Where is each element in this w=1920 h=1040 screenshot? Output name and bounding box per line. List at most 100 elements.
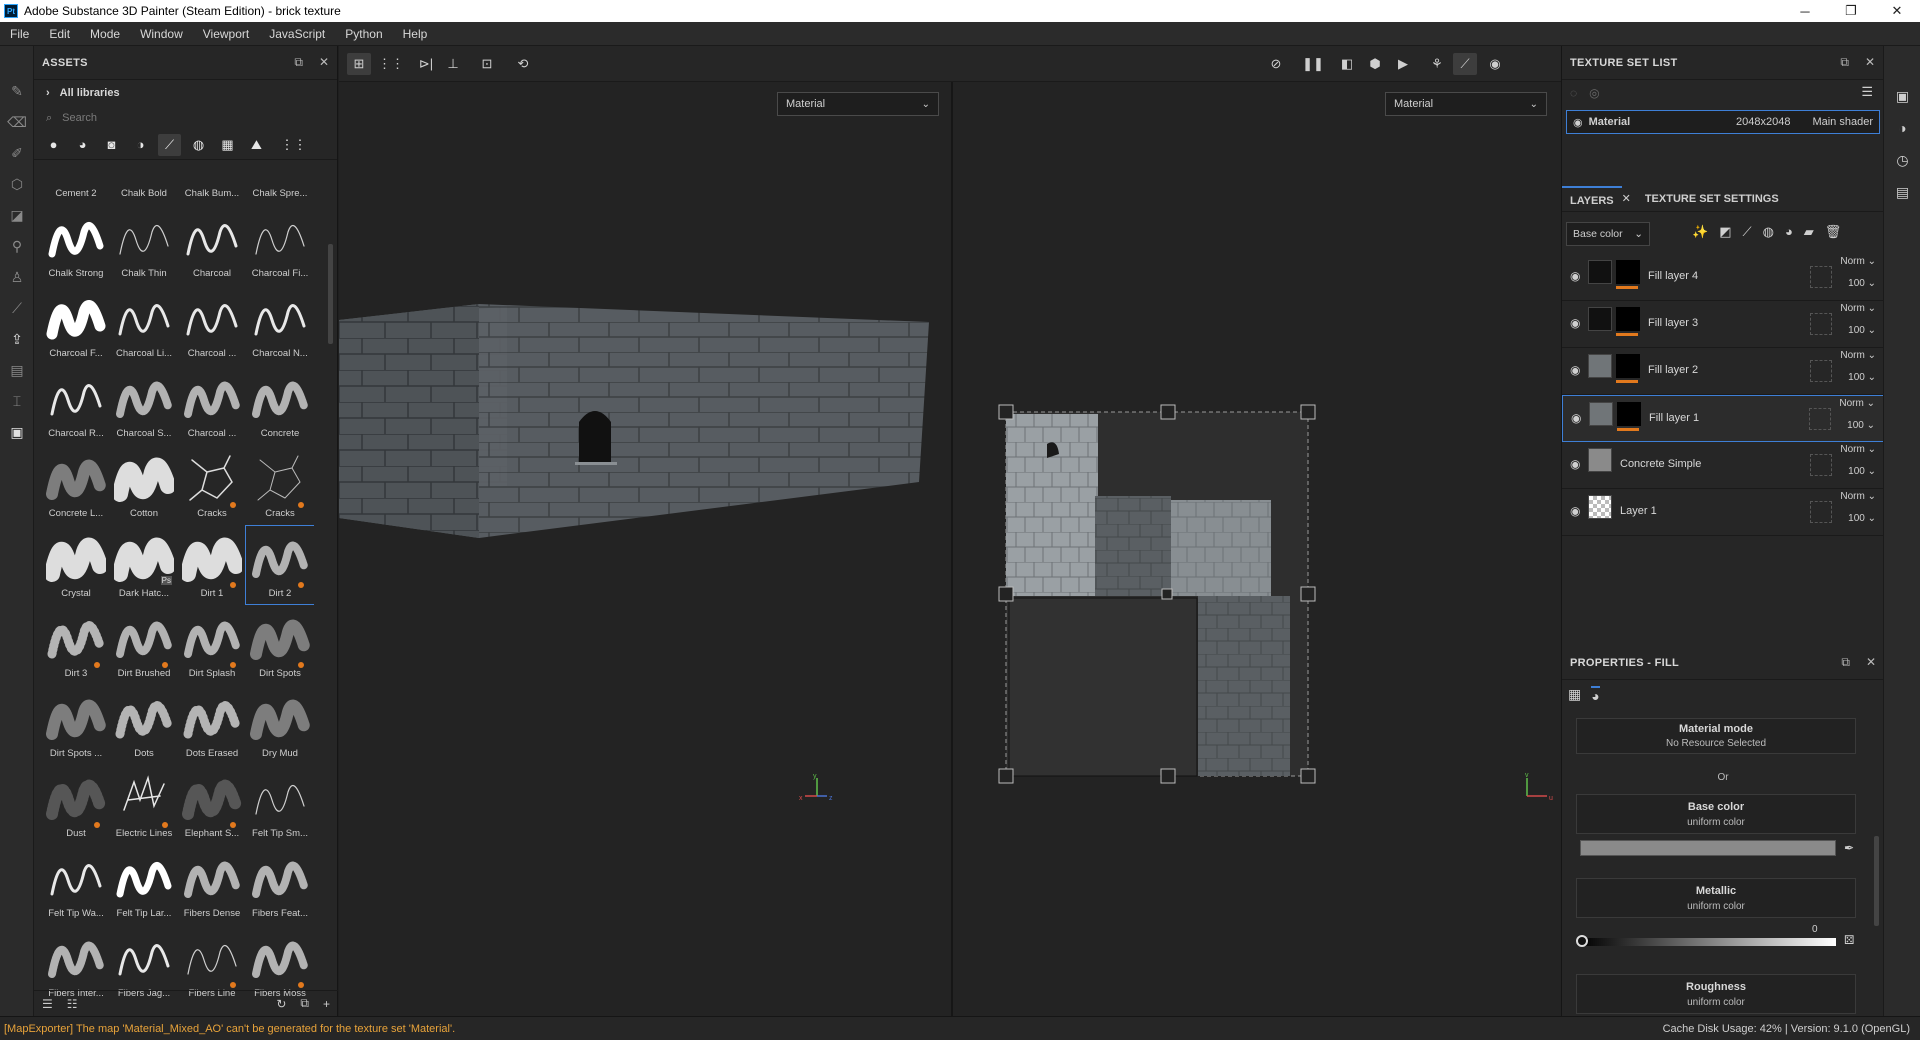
menu-window[interactable]: Window bbox=[130, 22, 193, 46]
undock-icon[interactable]: ⧉ bbox=[1840, 55, 1849, 70]
asset-tile[interactable]: Concrete L... bbox=[42, 446, 110, 524]
asset-tile[interactable]: Cracks bbox=[178, 446, 246, 524]
log-icon[interactable]: ▤ bbox=[1884, 176, 1920, 208]
layer-geometry-mask-slot[interactable] bbox=[1810, 360, 1832, 382]
asset-tile[interactable]: Cracks bbox=[246, 446, 314, 524]
opacity-dropdown[interactable]: 100 ⌄ bbox=[1848, 466, 1876, 477]
eye-icon[interactable]: ◉ bbox=[1570, 363, 1580, 377]
add-icon[interactable]: + bbox=[323, 997, 330, 1011]
display-settings-icon[interactable]: ▣ bbox=[1884, 80, 1920, 112]
asset-tile[interactable]: Charcoal ... bbox=[178, 286, 246, 364]
add-fill-layer-icon[interactable]: ◍ bbox=[1763, 224, 1774, 240]
materials-filter-icon[interactable]: ● bbox=[42, 134, 65, 156]
asset-tile[interactable]: Felt Tip Sm... bbox=[246, 766, 314, 844]
grid-options-icon[interactable]: ⋮⋮ bbox=[378, 53, 404, 75]
layer-row[interactable]: ◉ Fill layer 2 Norm ⌄ 100 ⌄ bbox=[1562, 348, 1884, 395]
asset-label[interactable]: Chalk Bum... bbox=[178, 188, 246, 199]
minimize-button[interactable]: ─ bbox=[1782, 0, 1828, 22]
disable-icon[interactable]: ⊘ bbox=[1264, 53, 1288, 75]
metallic-card[interactable]: Metallic uniform color bbox=[1576, 878, 1856, 918]
maximize-button[interactable]: ❐ bbox=[1828, 0, 1874, 22]
opacity-dropdown[interactable]: 100 ⌄ bbox=[1847, 420, 1875, 431]
properties-scrollbar[interactable] bbox=[1874, 836, 1879, 926]
viewport-2d[interactable]: Material ⌄ v u bbox=[953, 82, 1561, 1016]
layer-geometry-mask-slot[interactable] bbox=[1810, 501, 1832, 523]
projection-icon[interactable]: ✐ bbox=[0, 138, 34, 169]
bake-icon[interactable]: ▤ bbox=[0, 355, 34, 386]
symmetry-icon[interactable]: ⊳| bbox=[414, 53, 438, 75]
uv-layout-canvas[interactable] bbox=[953, 82, 1561, 1016]
asset-tile[interactable]: Concrete bbox=[246, 366, 314, 444]
environments-filter-icon[interactable]: ⛰ bbox=[245, 134, 268, 156]
menu-javascript[interactable]: JavaScript bbox=[259, 22, 335, 46]
brush-mode-icon[interactable]: ⟋ bbox=[1453, 53, 1477, 75]
asset-tile[interactable]: Fibers Dense bbox=[178, 846, 246, 924]
add-smart-material-icon[interactable]: ◕ bbox=[1785, 224, 1793, 240]
random-value-icon[interactable]: ⚄ bbox=[1844, 933, 1854, 947]
asset-tile[interactable]: Dry Mud bbox=[246, 686, 314, 764]
menu-help[interactable]: Help bbox=[393, 22, 438, 46]
metallic-value[interactable]: 0 bbox=[1812, 924, 1818, 935]
asset-tile[interactable]: Dots bbox=[110, 686, 178, 764]
add-folder-icon[interactable]: ▰ bbox=[1804, 224, 1814, 240]
asset-label[interactable]: Cement 2 bbox=[42, 188, 110, 199]
smart-materials-filter-icon[interactable]: ◕ bbox=[71, 134, 94, 156]
add-effect-icon[interactable]: ✨ bbox=[1692, 224, 1708, 240]
alphas-filter-icon[interactable]: ◍ bbox=[187, 134, 210, 156]
asset-tile[interactable]: Crystal bbox=[42, 526, 110, 604]
brushes-filter-icon[interactable]: ⟋ bbox=[158, 133, 181, 156]
textures-filter-icon[interactable]: ▦ bbox=[216, 134, 239, 156]
opacity-dropdown[interactable]: 100 ⌄ bbox=[1848, 278, 1876, 289]
blend-mode-dropdown[interactable]: Norm ⌄ bbox=[1840, 350, 1876, 361]
paint-brush-icon[interactable]: ✎ bbox=[0, 76, 34, 107]
add-mask-icon[interactable]: ◩ bbox=[1719, 224, 1731, 240]
asset-tile[interactable]: Dirt Splash bbox=[178, 606, 246, 684]
cube-icon[interactable]: ⬢ bbox=[1363, 53, 1387, 75]
asset-tile[interactable]: Charcoal bbox=[178, 206, 246, 284]
search-bar[interactable]: ⌕ Search bbox=[34, 106, 337, 130]
delete-layer-icon[interactable]: 🗑 bbox=[1825, 224, 1842, 240]
chevron-right-icon[interactable]: › bbox=[46, 87, 50, 99]
menu-icon[interactable]: ☰ bbox=[1861, 84, 1873, 100]
generators-filter-icon[interactable]: ◑ bbox=[129, 134, 152, 156]
eye-icon[interactable]: ◉ bbox=[1570, 457, 1580, 471]
pause-icon[interactable]: ❚❚ bbox=[1301, 53, 1325, 75]
layer-row[interactable]: ◉ Layer 1 Norm ⌄ 100 ⌄ bbox=[1562, 489, 1884, 536]
base-color-card[interactable]: Base color uniform color bbox=[1576, 794, 1856, 834]
layer-row[interactable]: ◉ Fill layer 3 Norm ⌄ 100 ⌄ bbox=[1562, 301, 1884, 348]
asset-tile[interactable]: Chalk Thin bbox=[110, 206, 178, 284]
asset-tile[interactable]: Dirt Brushed bbox=[110, 606, 178, 684]
asset-tile[interactable]: Charcoal F... bbox=[42, 286, 110, 364]
close-panel-icon[interactable]: ✕ bbox=[1866, 655, 1876, 670]
history-icon[interactable]: ◷ bbox=[1884, 144, 1920, 176]
color-picker-icon[interactable]: ⟋ bbox=[0, 293, 34, 324]
texture-set-shader[interactable]: Main shader bbox=[1812, 116, 1873, 128]
smart-masks-filter-icon[interactable]: ◙ bbox=[100, 134, 123, 156]
metallic-slider[interactable] bbox=[1580, 938, 1836, 946]
eye-icon[interactable]: ◉ bbox=[1570, 504, 1580, 518]
menu-edit[interactable]: Edit bbox=[39, 22, 80, 46]
asset-label[interactable]: Chalk Spre... bbox=[246, 188, 314, 199]
asset-tile[interactable]: Dirt 2 bbox=[245, 525, 314, 605]
tab-texture-set-settings[interactable]: TEXTURE SET SETTINGS bbox=[1637, 186, 1787, 212]
new-window-icon[interactable]: ⧉ bbox=[300, 996, 309, 1011]
asset-tile[interactable]: Electric Lines bbox=[110, 766, 178, 844]
layer-row[interactable]: ◉ Concrete Simple Norm ⌄ 100 ⌄ bbox=[1562, 442, 1884, 489]
asset-tile[interactable]: Dots Erased bbox=[178, 686, 246, 764]
camera-icon[interactable]: ▶ bbox=[1391, 53, 1415, 75]
status-warning[interactable]: [MapExporter] The map 'Material_Mixed_AO… bbox=[4, 1023, 455, 1035]
clone-icon[interactable]: ⚲ bbox=[0, 231, 34, 262]
close-tab-icon[interactable]: ✕ bbox=[1622, 192, 1631, 205]
blend-mode-dropdown[interactable]: Norm ⌄ bbox=[1839, 398, 1875, 409]
asset-tile[interactable]: Felt Tip Wa... bbox=[42, 846, 110, 924]
camera-reset-icon[interactable]: ⟲ bbox=[511, 53, 535, 75]
fit-icon[interactable]: ⊡ bbox=[475, 53, 499, 75]
menu-file[interactable]: File bbox=[0, 22, 39, 46]
asset-tile[interactable]: Cotton bbox=[110, 446, 178, 524]
opacity-dropdown[interactable]: 100 ⌄ bbox=[1848, 325, 1876, 336]
asset-tile[interactable]: Chalk Strong bbox=[42, 206, 110, 284]
eye-icon[interactable]: ◉ bbox=[1571, 411, 1581, 425]
asset-label[interactable]: Chalk Bold bbox=[110, 188, 178, 199]
blend-mode-dropdown[interactable]: Norm ⌄ bbox=[1840, 491, 1876, 502]
close-window-button[interactable]: ✕ bbox=[1874, 0, 1920, 22]
